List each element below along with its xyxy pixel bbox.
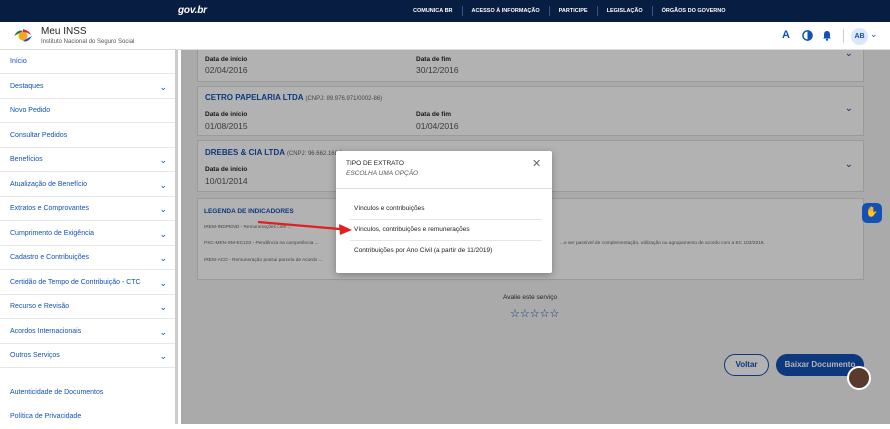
annotation-arrow-icon [257, 220, 352, 235]
